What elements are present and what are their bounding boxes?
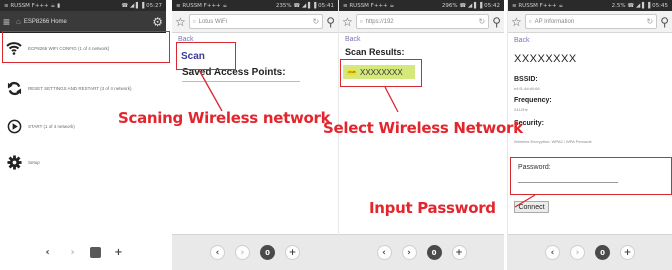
refresh-icon (6, 80, 22, 96)
back-arrow-icon[interactable]: ‹ (210, 245, 225, 260)
url-title: ESP8266 Home (23, 18, 67, 25)
reload-icon[interactable]: ↻ (313, 17, 320, 26)
bssid-value: e4:f1:4d:d0:68 (514, 86, 540, 91)
menu-item-label: RESET SETTINGS AND RESTART (3 of 4 netwo… (28, 85, 132, 91)
browser-toolbar: ☆ ▫ https://192 ↻ ⚲ (339, 11, 504, 33)
browser-nav-bar: ‹ › 0 + (508, 234, 672, 270)
page-icon: ▫ (359, 17, 363, 26)
forward-arrow-icon[interactable]: › (65, 245, 80, 260)
url-field[interactable]: ▫ https://192 ↻ (355, 14, 490, 29)
url-text: AP Information (534, 18, 575, 25)
divider (182, 81, 300, 82)
browser-nav-bar: ‹ › + (0, 234, 166, 270)
reload-icon[interactable]: ↻ (479, 17, 486, 26)
status-bar: ≡ RUSSM F+++ ☕ 235% ☎ ◢ ▌▐ 05:41 (172, 0, 338, 11)
page-icon: ▫ (528, 17, 532, 26)
status-left: ≡ RUSSM F+++ ☕ (176, 2, 228, 9)
url-field[interactable]: ▫ AP Information ↻ (524, 14, 658, 29)
status-bar: ≡ RUSSM F+++ ☕ ▮ ☎ ◢ ▌▐ 05:27 (0, 0, 166, 11)
bookmark-star-icon[interactable]: ☆ (342, 16, 353, 28)
page-icon: ▫ (192, 17, 196, 26)
menu-icon[interactable]: ≡ (3, 16, 10, 28)
menu-item-reset[interactable]: RESET SETTINGS AND RESTART (3 of 4 netwo… (6, 80, 131, 96)
status-right: 296% ☎ ◢ ▌▐ 05:42 (441, 2, 500, 9)
browser-toolbar: ☆ ▫ AP Information ↻ ⚲ (508, 11, 672, 33)
new-tab-icon[interactable]: + (285, 245, 300, 260)
connect-button[interactable]: Connect (514, 201, 549, 213)
forward-arrow-icon[interactable]: › (570, 245, 585, 260)
play-icon (6, 118, 22, 134)
url-field[interactable]: ▫ Lotus WiFi ↻ (188, 14, 324, 29)
status-right: 235% ☎ ◢ ▌▐ 05:41 (275, 2, 334, 9)
new-tab-icon[interactable]: + (111, 245, 126, 260)
status-left: ≡ RUSSM F+++ ☕ (512, 2, 564, 9)
menu-item-label: Setup (28, 159, 40, 165)
status-bar: ≡ RUSSM F+++ ☕ 2.5% ☎ ◢ ▌▐ 05:45 (508, 0, 672, 11)
browser-nav-bar: ‹ › 0 + (172, 234, 338, 270)
security-value: Wireless Encryption: WPA2 / WPA Personal (514, 139, 592, 144)
menu-item-label: START (1 of 4 network) (28, 123, 75, 129)
home-icon: ⌂ (16, 17, 21, 26)
bookmark-star-icon[interactable]: ☆ (511, 16, 522, 28)
search-icon[interactable]: ⚲ (326, 16, 335, 28)
status-left: ≡ RUSSM F+++ ☕ ▮ (4, 2, 61, 9)
tabs-icon[interactable] (90, 246, 101, 258)
back-link[interactable]: Back (345, 36, 361, 43)
back-link[interactable]: Back (514, 37, 530, 44)
browser-toolbar: ≡ ⌂ ESP8266 Home ⚙ (0, 11, 166, 33)
status-right: ☎ ◢ ▌▐ 05:27 (121, 2, 162, 9)
status-bar: ≡ RUSSM F+++ ☕ 296% ☎ ◢ ▌▐ 05:42 (339, 0, 504, 11)
annotation-input-password: Input Password (369, 199, 496, 217)
new-tab-icon[interactable]: + (620, 245, 635, 260)
reload-icon[interactable]: ↻ (647, 17, 654, 26)
bookmark-star-icon[interactable]: ☆ (175, 16, 186, 28)
frequency-label: Frequency: (514, 97, 552, 104)
highlight-box-scan (176, 42, 236, 70)
url-text: Lotus WiFi (198, 18, 227, 25)
annotation-scanning: Scaning Wireless network (118, 109, 331, 127)
url-text: https://192 (365, 18, 394, 25)
highlight-box-network (340, 59, 422, 87)
phone-screen-ap-info: ≡ RUSSM F+++ ☕ 2.5% ☎ ◢ ▌▐ 05:45 ☆ ▫ AP … (507, 0, 672, 270)
scan-results-heading: Scan Results: (345, 47, 405, 57)
settings-icon (6, 154, 22, 170)
tabs-icon[interactable]: 0 (595, 245, 610, 260)
page-title-field[interactable]: ⌂ ESP8266 Home (13, 14, 150, 29)
settings-icon[interactable]: ⚙ (152, 16, 163, 28)
frequency-value: 2412Hz (514, 107, 528, 112)
annotation-select-network: Select Wireless Network (323, 119, 523, 137)
tabs-icon[interactable]: 0 (260, 245, 275, 260)
highlight-box-password (510, 157, 672, 195)
status-left: ≡ RUSSM F+++ ☕ (343, 2, 395, 9)
highlight-box-wifi-config (2, 31, 170, 63)
menu-item-setup[interactable]: Setup (6, 154, 40, 170)
search-icon[interactable]: ⚲ (492, 16, 501, 28)
back-arrow-icon[interactable]: ‹ (376, 245, 392, 260)
search-icon[interactable]: ⚲ (660, 16, 669, 28)
phone-screen-wifi-config: ≡ RUSSM F+++ ☕ 235% ☎ ◢ ▌▐ 05:41 ☆ ▫ Lot… (172, 0, 338, 270)
ap-ssid-heading: XXXXXXXX (514, 53, 577, 65)
forward-arrow-icon[interactable]: › (401, 245, 417, 260)
menu-item-start[interactable]: START (1 of 4 network) (6, 118, 75, 134)
bssid-label: BSSID: (514, 76, 538, 83)
browser-toolbar: ☆ ▫ Lotus WiFi ↻ ⚲ (172, 11, 338, 33)
new-tab-icon[interactable]: + (451, 245, 467, 260)
forward-arrow-icon[interactable]: › (235, 245, 250, 260)
tabs-icon[interactable]: 0 (426, 245, 442, 260)
back-arrow-icon[interactable]: ‹ (545, 245, 560, 260)
status-right: 2.5% ☎ ◢ ▌▐ 05:45 (611, 2, 668, 9)
browser-nav-bar: ‹ › 0 + (339, 234, 504, 270)
back-arrow-icon[interactable]: ‹ (40, 245, 55, 260)
